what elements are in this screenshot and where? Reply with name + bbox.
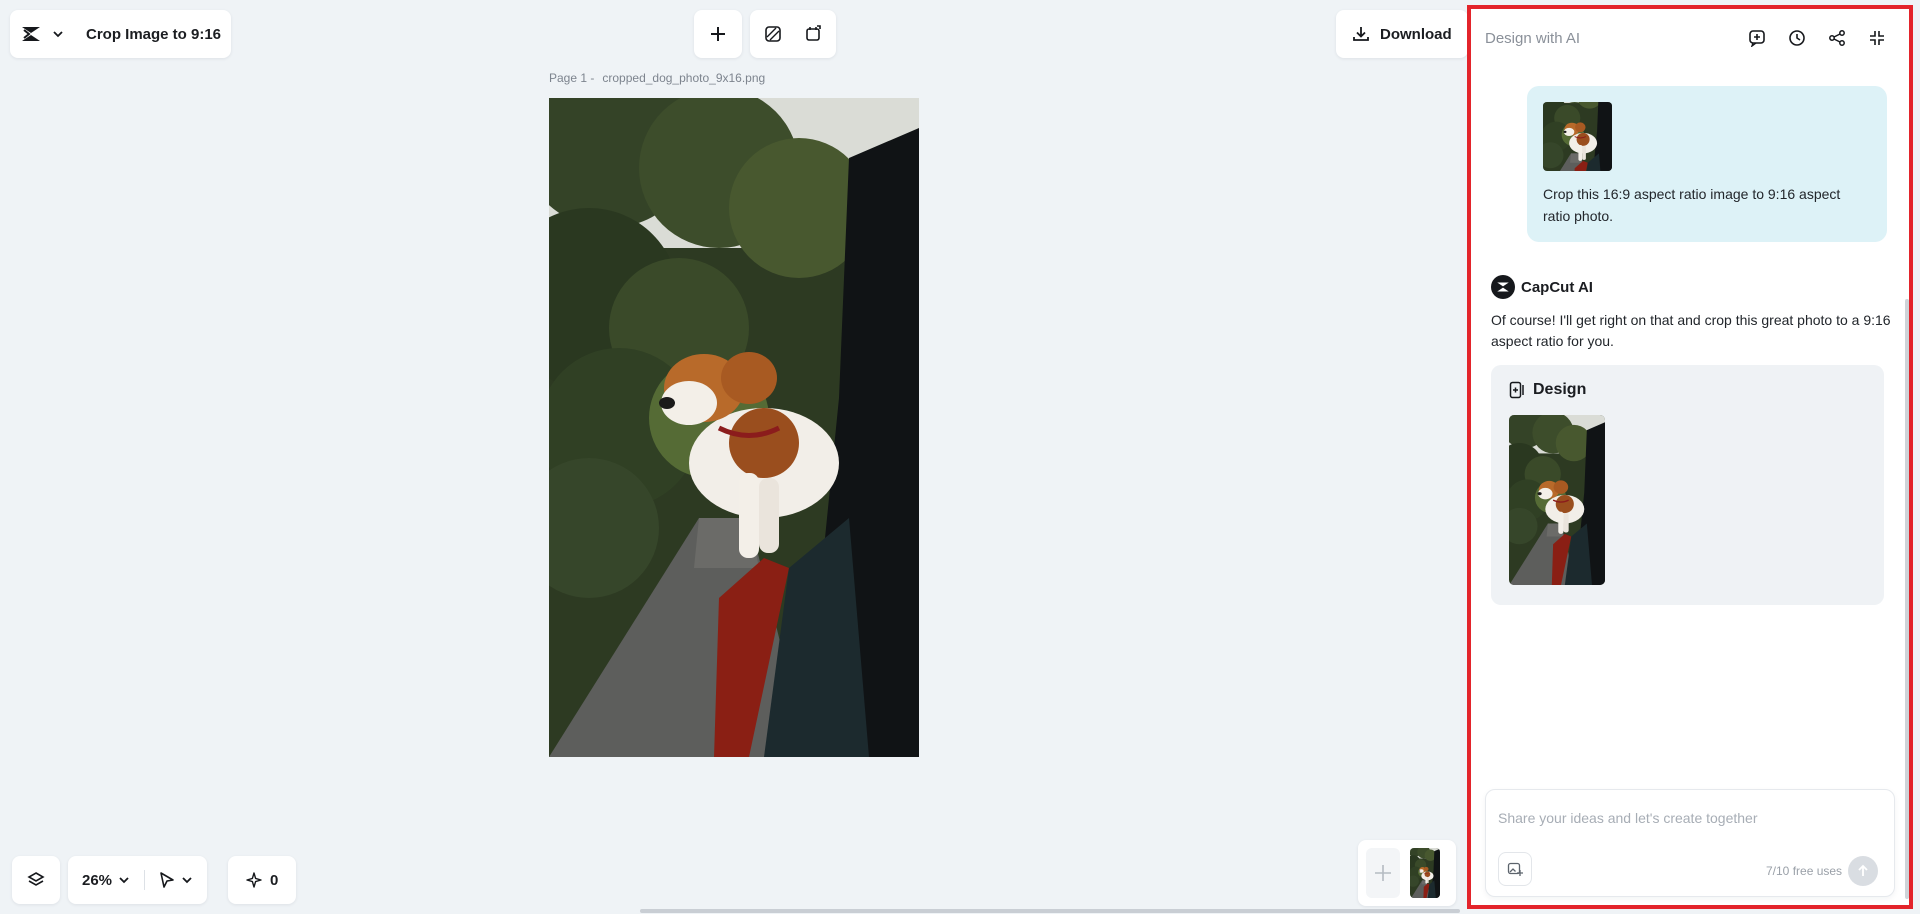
new-chat-icon — [1748, 29, 1766, 47]
design-card-title: Design — [1533, 381, 1587, 398]
assistant-avatar — [1491, 275, 1515, 299]
assistant-name: CapCut AI — [1521, 278, 1593, 296]
chevron-down-icon — [52, 28, 64, 40]
design-result-image[interactable] — [1509, 415, 1605, 585]
divider — [144, 870, 146, 890]
chat-input[interactable] — [1498, 810, 1878, 826]
free-uses-counter: 7/10 free uses — [1766, 864, 1843, 878]
layers-icon — [27, 871, 45, 889]
horizontal-scrollbar[interactable] — [640, 909, 1460, 913]
chat-composer: 7/10 free uses — [1485, 789, 1895, 897]
pointer-tool-button[interactable] — [159, 871, 193, 889]
sparkle-icon — [246, 872, 262, 888]
page-label: Page 1 - cropped_dog_photo_9x16.png — [549, 71, 765, 85]
send-arrow-icon — [1856, 864, 1870, 878]
resize-button[interactable] — [797, 16, 829, 52]
ai-credits-button[interactable]: 0 — [228, 856, 297, 904]
canvas-image[interactable] — [549, 98, 919, 757]
chevron-down-icon — [181, 874, 193, 886]
send-button[interactable] — [1848, 856, 1878, 886]
add-element-toolbar — [694, 10, 742, 58]
share-button[interactable] — [1819, 20, 1855, 56]
capcut-logo-icon — [20, 25, 42, 43]
history-icon — [1788, 29, 1806, 47]
new-chat-button[interactable] — [1739, 20, 1775, 56]
chevron-down-icon[interactable] — [118, 874, 130, 886]
collapse-icon — [1868, 29, 1886, 47]
pointer-icon — [159, 871, 175, 889]
layers-button[interactable] — [12, 856, 60, 904]
design-result-card: Design — [1491, 365, 1884, 605]
app-header: Crop Image to 9:16 — [10, 10, 232, 58]
resize-icon — [804, 25, 822, 43]
share-icon — [1828, 29, 1846, 47]
page-number: Page 1 - — [549, 71, 595, 85]
assistant-message-text: Of course! I'll get right on that and cr… — [1491, 312, 1891, 349]
page-file-name[interactable]: cropped_dog_photo_9x16.png — [602, 71, 765, 85]
download-icon — [1352, 25, 1370, 43]
add-page-button[interactable] — [1366, 848, 1400, 898]
zoom-controls: 26% — [68, 856, 208, 904]
ai-panel-header: Design with AI — [1471, 9, 1909, 67]
image-attach-icon — [1507, 861, 1523, 877]
page-thumbnail[interactable] — [1410, 848, 1440, 898]
panel-scrollbar[interactable] — [1905, 299, 1909, 899]
plus-icon — [709, 25, 727, 43]
document-title[interactable]: Crop Image to 9:16 — [86, 26, 221, 43]
download-label: Download — [1380, 25, 1452, 43]
user-message-text: Crop this 16:9 aspect ratio image to 9:1… — [1543, 186, 1841, 224]
remove-background-button[interactable] — [757, 16, 789, 52]
add-button[interactable] — [700, 16, 736, 52]
ai-panel-title: Design with AI — [1485, 29, 1581, 47]
credits-count: 0 — [270, 871, 279, 889]
assistant-message: CapCut AI Of course! I'll get right on t… — [1491, 275, 1891, 352]
collapse-panel-button[interactable] — [1859, 20, 1895, 56]
plus-icon — [1373, 863, 1393, 883]
zoom-level[interactable]: 26% — [82, 872, 112, 889]
attached-image-thumbnail[interactable] — [1543, 102, 1612, 171]
download-button[interactable]: Download — [1336, 10, 1468, 58]
app-menu-button[interactable] — [20, 25, 64, 43]
history-button[interactable] — [1779, 20, 1815, 56]
ai-design-panel: Design with AI Crop this 16:9 aspect rat… — [1467, 5, 1913, 909]
user-message: Crop this 16:9 aspect ratio image to 9:1… — [1527, 86, 1887, 242]
background-remove-icon — [764, 25, 782, 43]
image-tools-toolbar — [750, 10, 836, 58]
design-icon — [1509, 381, 1525, 399]
attach-image-button[interactable] — [1498, 852, 1532, 886]
page-thumbnails — [1358, 840, 1456, 906]
